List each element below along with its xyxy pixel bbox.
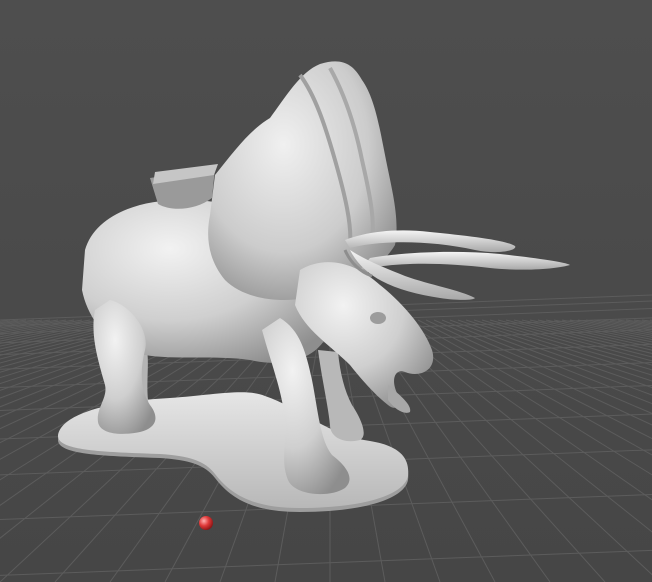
3d-viewport[interactable] [0, 0, 652, 582]
pivot-marker[interactable] [199, 516, 213, 530]
eye [370, 312, 386, 324]
viewport-canvas[interactable] [0, 0, 652, 582]
